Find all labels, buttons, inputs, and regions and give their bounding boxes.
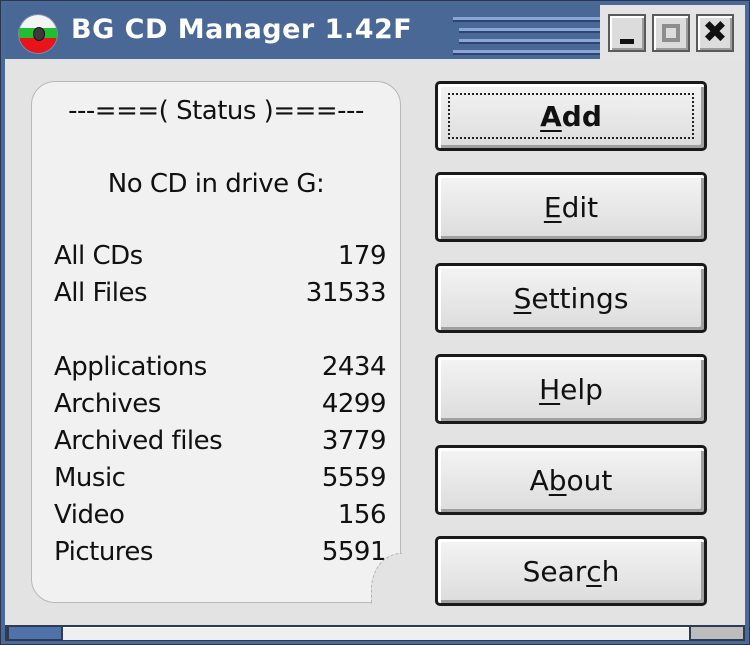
window-controls: ✖ — [600, 5, 745, 59]
status-text-field — [63, 627, 689, 640]
stat-label: Archives — [54, 389, 161, 419]
settings-button[interactable]: Settings — [435, 263, 707, 333]
button-label: A — [529, 463, 549, 497]
button-label: ettings — [531, 281, 629, 315]
minimize-button[interactable] — [608, 14, 646, 52]
accelerator-key: b — [548, 463, 567, 497]
close-button[interactable]: ✖ — [696, 14, 734, 52]
stat-row-all-files: All Files 31533 — [54, 278, 387, 315]
stat-row-archives: Archives 4299 — [54, 389, 387, 426]
stat-value: 2434 — [321, 352, 387, 382]
stat-row-applications: Applications 2434 — [54, 352, 387, 389]
stat-row-music: Music 5559 — [54, 463, 387, 500]
stat-row-all-cds: All CDs 179 — [54, 241, 387, 278]
status-heading: ---===( Status )===--- — [68, 96, 364, 126]
edit-button[interactable]: Edit — [435, 172, 707, 242]
stat-label: Pictures — [54, 537, 153, 567]
accelerator-key: S — [513, 281, 532, 315]
button-label: h — [601, 554, 620, 588]
stat-row-archived-files: Archived files 3779 — [54, 426, 387, 463]
minimize-icon — [620, 39, 634, 44]
client-area: ---===( Status )===--- No CD in drive G:… — [5, 59, 745, 625]
stats-list: All CDs 179 All Files 31533 Applications… — [54, 241, 387, 574]
stat-value: 5591 — [321, 537, 387, 567]
title-bar-decoration — [453, 15, 603, 53]
emblem-icon — [33, 27, 45, 41]
search-button[interactable]: Sear c h — [435, 536, 707, 606]
button-label: dit — [561, 190, 599, 224]
stat-label: Applications — [54, 352, 207, 382]
app-window: BG CD Manager 1.42F ✖ ---===( Status )==… — [0, 0, 750, 645]
stat-label: Archived files — [54, 426, 223, 456]
maximize-button[interactable] — [652, 14, 690, 52]
stat-value: 179 — [337, 241, 387, 271]
add-button[interactable]: Add — [435, 81, 707, 151]
stat-label: Music — [54, 463, 126, 493]
bulgarian-flag-cd-icon[interactable] — [19, 15, 57, 53]
button-label: Sear — [522, 554, 587, 588]
accelerator-key: H — [539, 372, 561, 406]
stat-row-pictures: Pictures 5591 — [54, 537, 387, 574]
accelerator-key: E — [543, 190, 562, 224]
status-bar — [5, 625, 745, 641]
focus-rectangle — [448, 93, 694, 139]
about-button[interactable]: Ab out — [435, 445, 707, 515]
close-icon: ✖ — [702, 15, 728, 50]
status-panel: ---===( Status )===--- No CD in drive G:… — [31, 81, 402, 604]
accelerator-key: c — [586, 554, 602, 588]
stat-row-video: Video 156 — [54, 500, 387, 537]
button-label: out — [566, 463, 613, 497]
status-progress-indicator — [9, 627, 61, 639]
stat-value: 4299 — [321, 389, 387, 419]
button-label: elp — [560, 372, 603, 406]
drive-status: No CD in drive G: — [107, 169, 325, 199]
help-button[interactable]: Help — [435, 354, 707, 424]
size-grip[interactable] — [691, 627, 743, 639]
stat-value: 5559 — [321, 463, 387, 493]
stat-label: Video — [54, 500, 125, 530]
maximize-icon — [662, 24, 680, 42]
stat-value: 31533 — [305, 278, 387, 308]
stat-value: 156 — [337, 500, 387, 530]
stat-value: 3779 — [321, 426, 387, 456]
stat-label: All CDs — [54, 241, 143, 271]
stat-label: All Files — [54, 278, 148, 308]
window-title: BG CD Manager 1.42F — [71, 14, 413, 45]
